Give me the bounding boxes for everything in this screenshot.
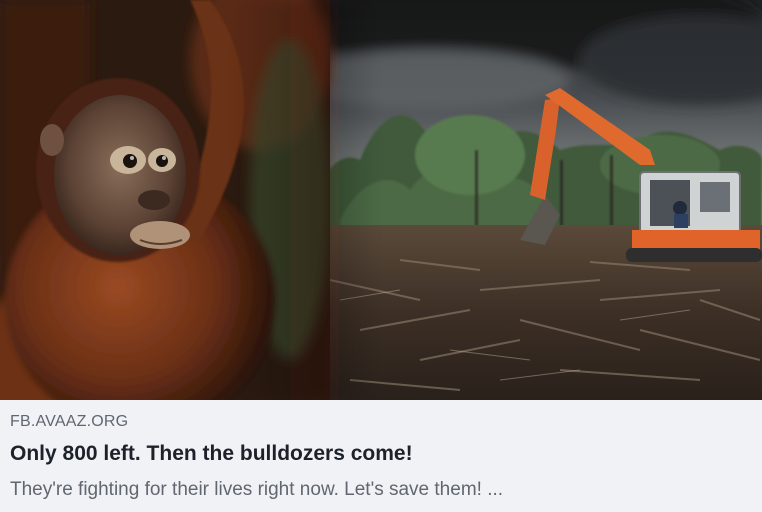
link-title[interactable]: Only 800 left. Then the bulldozers come!: [10, 442, 413, 466]
link-preview-caption[interactable]: FB.AVAAZ.ORG Only 800 left. Then the bul…: [0, 400, 762, 512]
link-domain: FB.AVAAZ.ORG: [10, 413, 129, 430]
link-preview-card[interactable]: FB.AVAAZ.ORG Only 800 left. Then the bul…: [0, 0, 762, 512]
link-description: They're fighting for their lives right n…: [10, 479, 504, 500]
link-preview-image[interactable]: [0, 0, 762, 400]
orangutan-eye-right: [156, 155, 168, 167]
orangutan-eye-left: [123, 154, 137, 168]
